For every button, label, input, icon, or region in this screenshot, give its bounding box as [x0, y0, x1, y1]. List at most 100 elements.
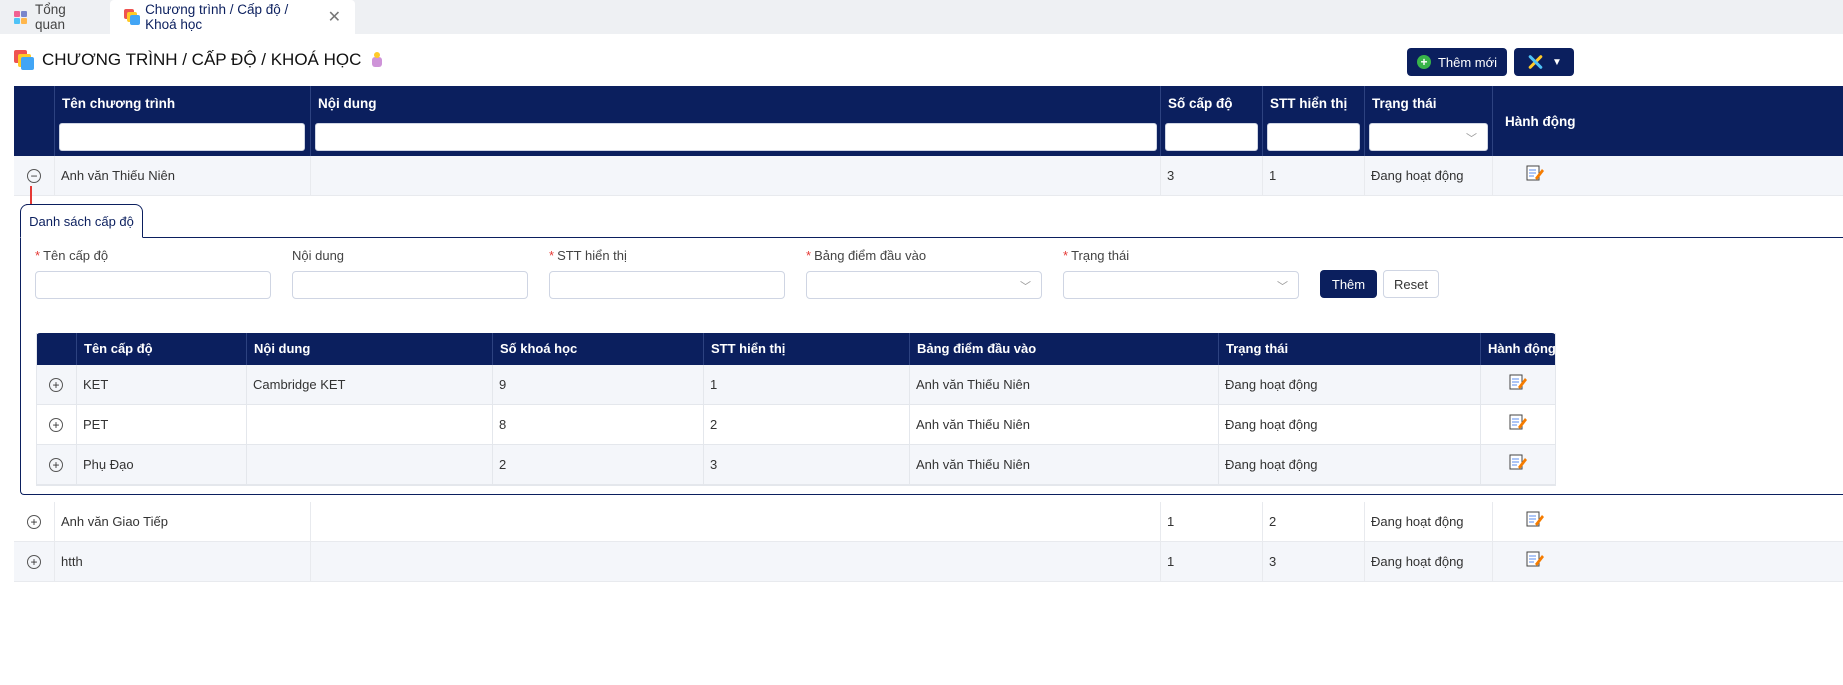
expand-icon[interactable]: + [49, 458, 63, 472]
column-label: Hành động [1480, 333, 1556, 365]
field-label: * Tên cấp độ [35, 248, 109, 263]
field-label: * Bảng điểm đầu vào [806, 248, 927, 263]
level-status: Đang hoạt động [1225, 377, 1318, 392]
column-label: STT hiển thị [703, 333, 909, 365]
table-row: + Anh văn Giao Tiếp 1 2 Đang hoạt động [14, 502, 1843, 542]
chevron-down-icon: ﹀ [1466, 133, 1477, 145]
column-header: Trạng thái ﹀ [1364, 86, 1492, 156]
column-label: Trạng thái [1372, 96, 1437, 111]
table-row: − Anh văn Thiếu Niên 3 1 Đang hoạt động [14, 156, 1843, 196]
tab-level-list[interactable]: Danh sách cấp độ [20, 204, 143, 238]
program-levels: 3 [1167, 168, 1175, 183]
add-new-label: Thêm mới [1437, 54, 1498, 70]
program-order: 2 [1269, 514, 1277, 529]
edit-icon[interactable] [1526, 164, 1544, 182]
programs-table-header: Tên chương trình Nội dung Số cấp độ STT … [14, 86, 1843, 156]
column-label: Số khoá học [492, 333, 703, 365]
filter-levels-input[interactable] [1165, 123, 1258, 151]
level-name: Phụ Đạo [83, 457, 134, 472]
table-row: + PET 8 2 Anh văn Thiếu Niên Đang hoạt đ… [36, 405, 1556, 445]
tab-overview[interactable]: Tổng quan [0, 0, 110, 34]
expand-icon[interactable]: + [49, 418, 63, 432]
program-name: Anh văn Giao Tiếp [61, 514, 168, 529]
program-name: Anh văn Thiếu Niên [61, 168, 175, 183]
level-score-table: Anh văn Thiếu Niên [916, 377, 1030, 392]
collapse-icon[interactable]: − [27, 169, 41, 183]
add-level-button[interactable]: Thêm [1320, 270, 1377, 298]
column-label: Hành động [1505, 114, 1576, 129]
program-status: Đang hoạt động [1371, 168, 1464, 183]
chevron-down-icon: ﹀ [1020, 281, 1031, 293]
program-content [310, 542, 317, 582]
bot-icon [369, 52, 385, 68]
level-name-input[interactable] [35, 271, 271, 299]
tools-dropdown-button[interactable]: ▼ [1514, 48, 1574, 76]
table-row: + KET Cambridge KET 9 1 Anh văn Thiếu Ni… [36, 365, 1556, 405]
page-title: CHƯƠNG TRÌNH / CẤP ĐỘ / KHOÁ HỌC [14, 48, 385, 72]
level-score-table: Anh văn Thiếu Niên [916, 457, 1030, 472]
dashboard-icon [14, 10, 27, 24]
table-row: + htth 1 3 Đang hoạt động [14, 542, 1843, 582]
edit-icon[interactable] [1509, 413, 1527, 431]
edit-icon[interactable] [1509, 373, 1527, 391]
expand-icon[interactable]: + [27, 555, 41, 569]
level-order: 2 [710, 417, 718, 432]
column-label: Tên chương trình [62, 96, 176, 111]
tab-programs[interactable]: Chương trình / Cấp độ / Khoá học ✕ [110, 0, 355, 34]
edit-icon[interactable] [1509, 453, 1527, 471]
program-content [310, 156, 317, 196]
plus-icon: + [1416, 55, 1431, 69]
filter-name-input[interactable] [59, 123, 305, 151]
program-levels: 1 [1167, 554, 1175, 569]
chevron-down-icon: ▼ [1552, 56, 1562, 68]
page-title-text: CHƯƠNG TRÌNH / CẤP ĐỘ / KHOÁ HỌC [42, 50, 362, 69]
column-header: Nội dung [310, 86, 1160, 156]
expand-icon[interactable]: + [49, 378, 63, 392]
column-label: Tên cấp độ [76, 333, 246, 365]
column-header: Hành động [1492, 86, 1843, 156]
field-label: Nội dung [292, 248, 345, 263]
column-header: Tên chương trình [54, 86, 310, 156]
program-status: Đang hoạt động [1371, 514, 1464, 529]
level-content-input[interactable] [292, 271, 528, 299]
tab-label: Tổng quan [35, 2, 66, 32]
filter-status-select[interactable]: ﹀ [1369, 123, 1488, 151]
level-score-table: Anh văn Thiếu Niên [916, 417, 1030, 432]
filter-content-input[interactable] [315, 123, 1157, 151]
levels-table-header: Tên cấp độ Nội dung Số khoá học STT hiển… [36, 333, 1556, 365]
program-order: 1 [1269, 168, 1277, 183]
column-label: Bảng điểm đầu vào [909, 333, 1218, 365]
close-icon[interactable]: ✕ [328, 7, 341, 27]
reset-button[interactable]: Reset [1383, 270, 1439, 298]
column-label: Nội dung [318, 96, 377, 111]
chevron-down-icon: ﹀ [1277, 281, 1288, 293]
status-select[interactable]: ﹀ [1063, 271, 1299, 299]
tools-icon [1526, 53, 1544, 71]
tab-bar: Tổng quan Chương trình / Cấp độ / Khoá h… [0, 0, 1843, 34]
score-table-select[interactable]: ﹀ [806, 271, 1042, 299]
column-header: STT hiển thị [1262, 86, 1364, 156]
edit-icon[interactable] [1526, 510, 1544, 528]
level-content [246, 445, 253, 485]
program-status: Đang hoạt động [1371, 554, 1464, 569]
column-label: Nội dung [246, 333, 492, 365]
expand-icon[interactable]: + [27, 515, 41, 529]
level-status: Đang hoạt động [1225, 457, 1318, 472]
level-status: Đang hoạt động [1225, 417, 1318, 432]
program-order: 3 [1269, 554, 1277, 569]
level-courses: 2 [499, 457, 507, 472]
level-content: Cambridge KET [253, 377, 346, 392]
add-new-button[interactable]: + Thêm mới [1407, 48, 1507, 76]
column-header: Số cấp độ [1160, 86, 1262, 156]
field-label: * STT hiển thị [549, 248, 627, 263]
filter-order-input[interactable] [1267, 123, 1360, 151]
program-levels: 1 [1167, 514, 1175, 529]
level-courses: 8 [499, 417, 507, 432]
level-name: KET [83, 377, 109, 392]
level-order: 3 [710, 457, 718, 472]
column-label: Trạng thái [1218, 333, 1480, 365]
edit-icon[interactable] [1526, 550, 1544, 568]
level-order-input[interactable] [549, 271, 785, 299]
field-label: * Trạng thái [1063, 248, 1130, 263]
level-content [246, 405, 253, 445]
